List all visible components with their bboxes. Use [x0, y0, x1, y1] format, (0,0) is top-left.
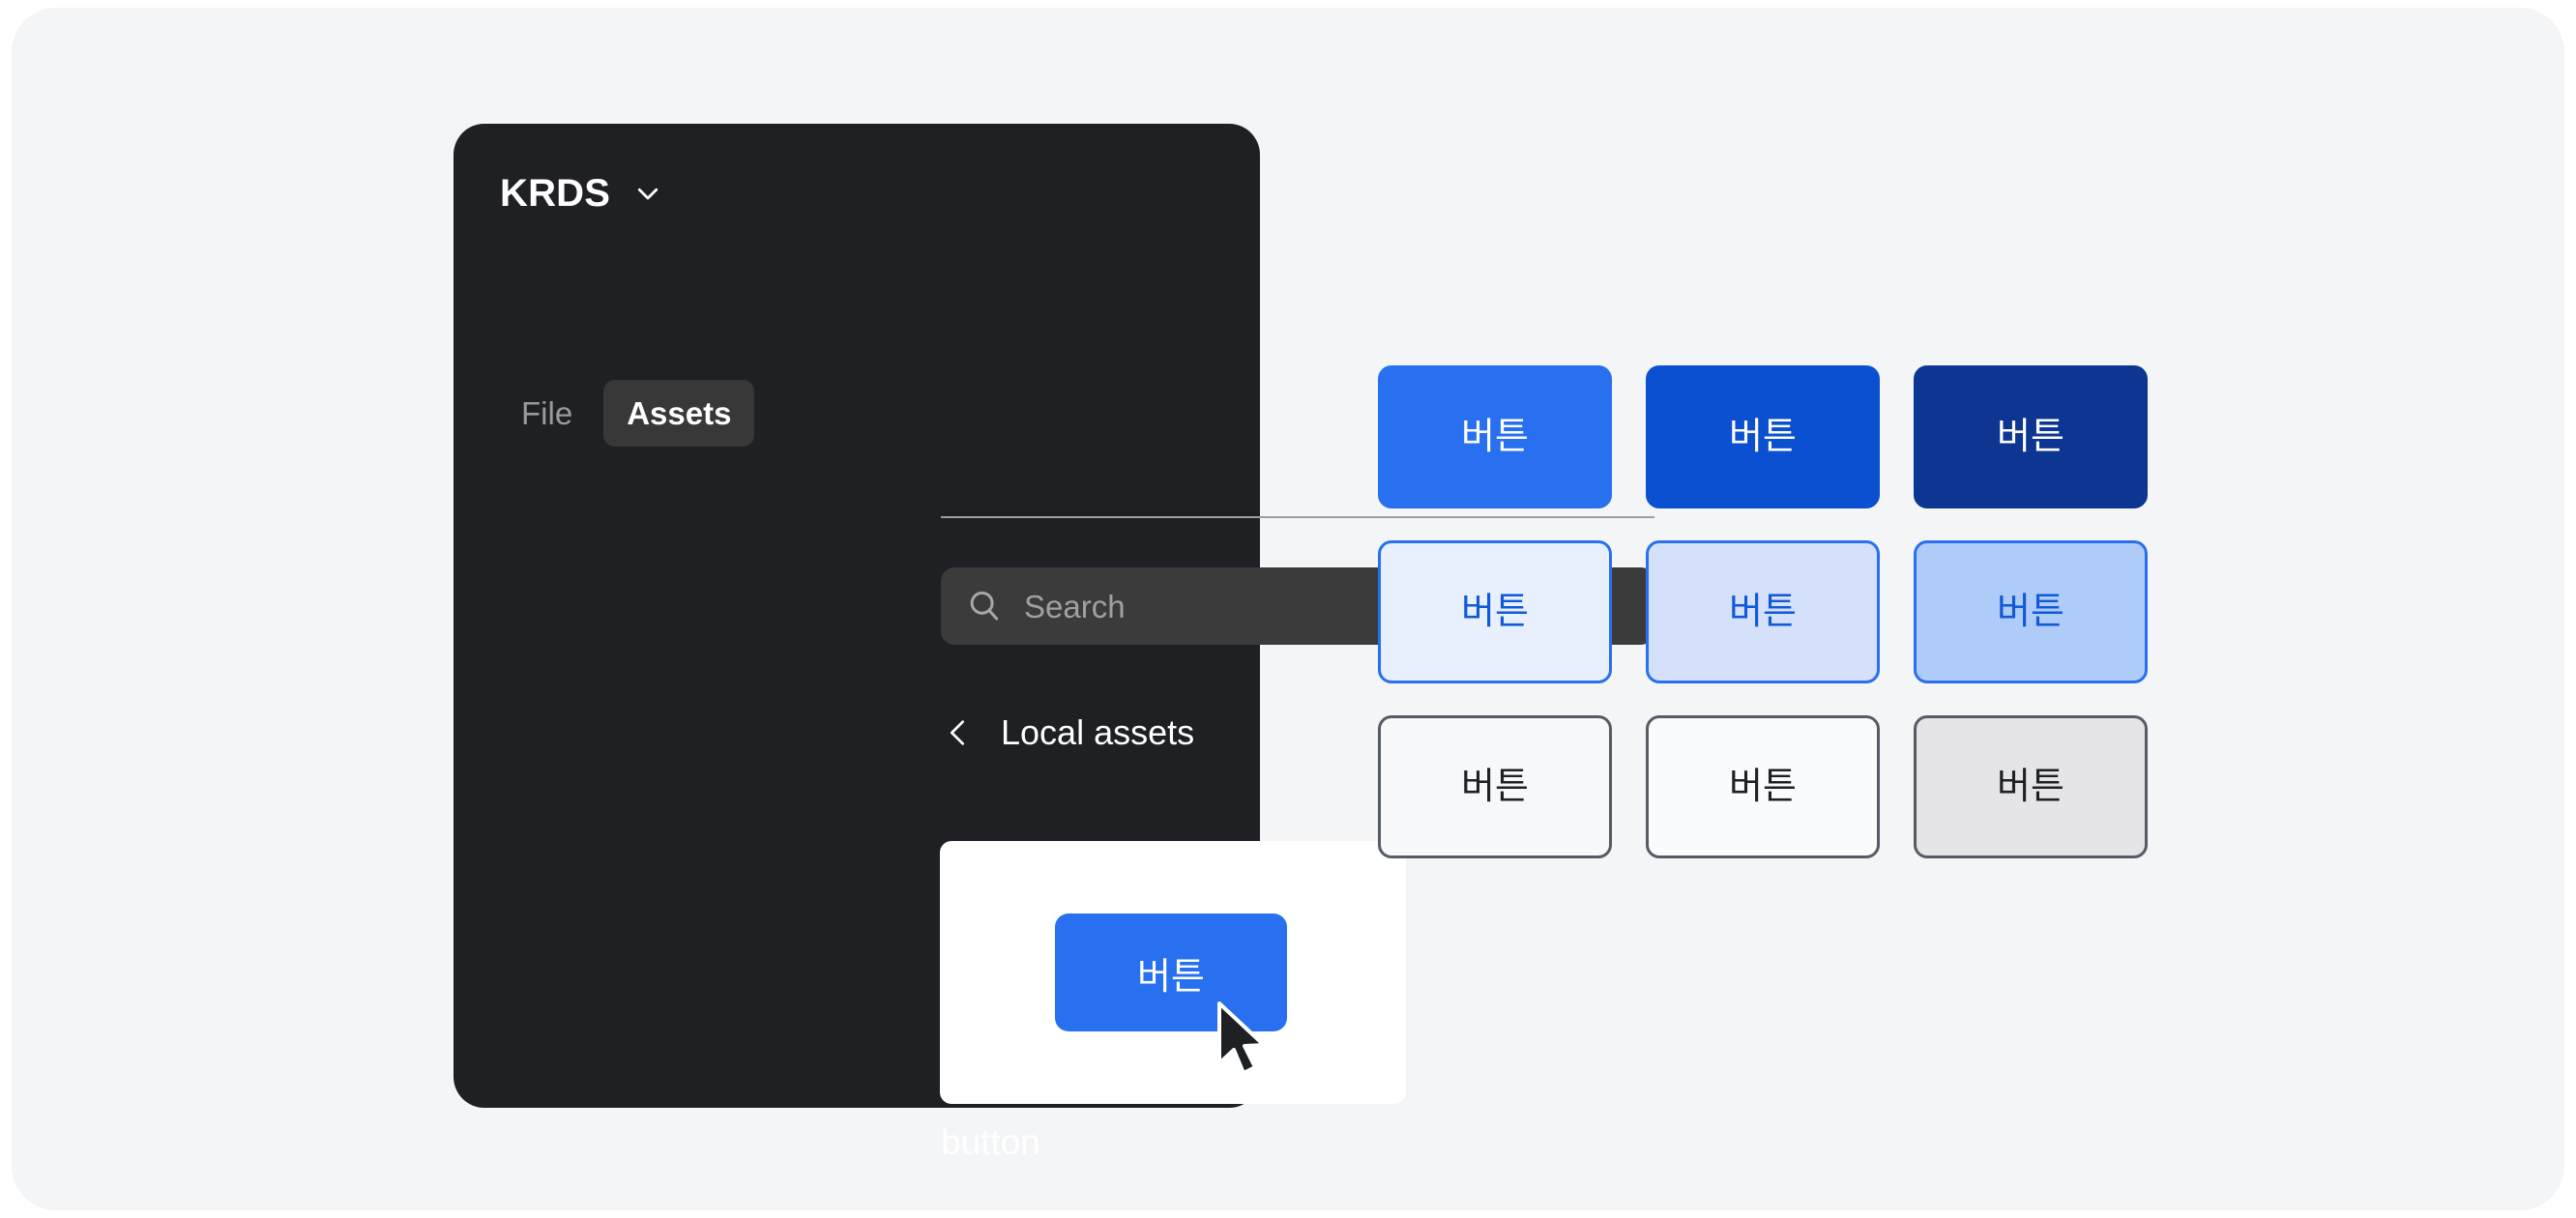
breadcrumb-label: Local assets: [1001, 712, 1195, 752]
button-primary-pressed[interactable]: 버튼: [1914, 365, 2148, 508]
chevron-down-icon[interactable]: [633, 179, 662, 208]
page-title: KRDS: [500, 172, 611, 215]
canvas-surface: KRDS File Assets Search Local assets 버튼 …: [12, 8, 2564, 1210]
panel-tabs: File Assets: [498, 380, 755, 447]
asset-preview-button: 버튼: [1055, 914, 1287, 1031]
chevron-left-icon[interactable]: [945, 716, 970, 749]
button-tertiary-hover[interactable]: 버튼: [1646, 715, 1880, 858]
button-state-grid: 버튼 버튼 버튼 버튼 버튼 버튼 버튼 버튼 버튼: [1378, 365, 2148, 858]
tab-assets[interactable]: Assets: [603, 380, 755, 447]
button-primary-hover[interactable]: 버튼: [1646, 365, 1880, 508]
asset-thumbnail-card[interactable]: 버튼: [940, 841, 1406, 1104]
button-tertiary-default[interactable]: 버튼: [1378, 715, 1612, 858]
button-secondary-hover[interactable]: 버튼: [1646, 540, 1880, 683]
button-secondary-default[interactable]: 버튼: [1378, 540, 1612, 683]
screenshot-root: KRDS File Assets Search Local assets 버튼 …: [0, 0, 2576, 1218]
assets-panel: KRDS File Assets Search Local assets 버튼 …: [454, 124, 1654, 1160]
button-tertiary-pressed[interactable]: 버튼: [1914, 715, 2148, 858]
panel-header[interactable]: KRDS: [500, 174, 662, 213]
button-primary-default[interactable]: 버튼: [1378, 365, 1612, 508]
asset-item-label: button: [941, 1122, 1040, 1162]
search-icon: [966, 588, 1003, 624]
search-placeholder-text: Search: [1024, 588, 1126, 624]
tab-file[interactable]: File: [498, 380, 596, 447]
breadcrumb[interactable]: Local assets: [945, 715, 1194, 750]
button-secondary-pressed[interactable]: 버튼: [1914, 540, 2148, 683]
